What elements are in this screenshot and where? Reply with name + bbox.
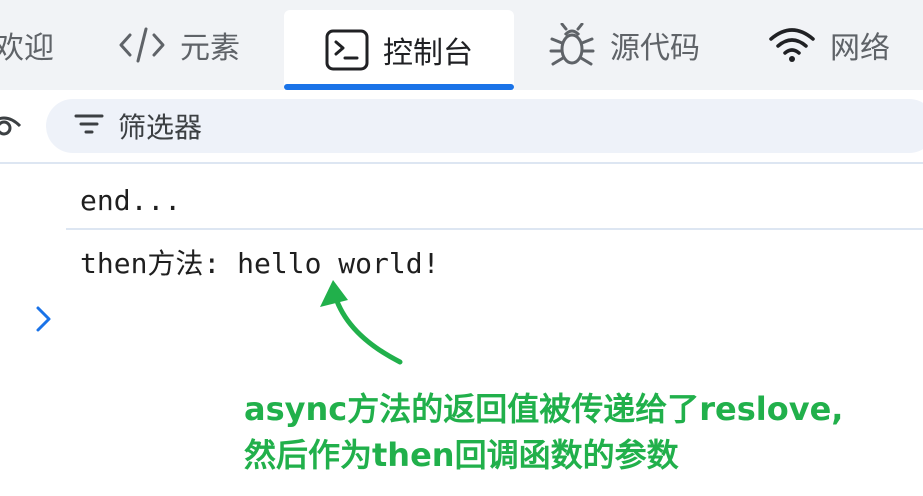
filter-input[interactable]: 筛选器 [46,99,923,153]
tab-elements-label: 元素 [180,31,240,66]
filter-icon [74,112,104,140]
tab-sources[interactable]: 源代码 [548,0,700,90]
tab-network-label: 网络 [830,31,890,66]
annotation-line-1: async方法的返回值被传递给了reslove, [244,390,844,428]
annotation-line-2: 然后作为then回调函数的参数 [244,436,679,474]
tab-console-label: 控制台 [383,36,473,71]
tab-welcome-label: 欢迎 [0,31,54,66]
tab-console[interactable]: 控制台 [284,10,514,90]
tab-elements[interactable]: 元素 [118,0,240,90]
terminal-icon [325,29,369,71]
tab-welcome[interactable]: 欢迎 [0,0,54,90]
console-filter-bar: 筛选器 [0,90,923,164]
eye-icon[interactable] [0,112,22,144]
annotation-text: async方法的返回值被传递给了reslove, 然后作为then回调函数的参数 [244,386,843,478]
tab-network[interactable]: 网络 [768,0,890,90]
wifi-icon [768,27,816,63]
bug-icon [548,23,596,67]
tab-sources-label: 源代码 [610,31,700,66]
devtools-tab-bar: 欢迎 元素 控制台 源代码 网络 [0,0,923,90]
code-brackets-icon [118,25,166,65]
console-output: end... then方法: hello world! async方法的返回值被… [0,164,923,496]
filter-placeholder: 筛选器 [118,111,203,144]
